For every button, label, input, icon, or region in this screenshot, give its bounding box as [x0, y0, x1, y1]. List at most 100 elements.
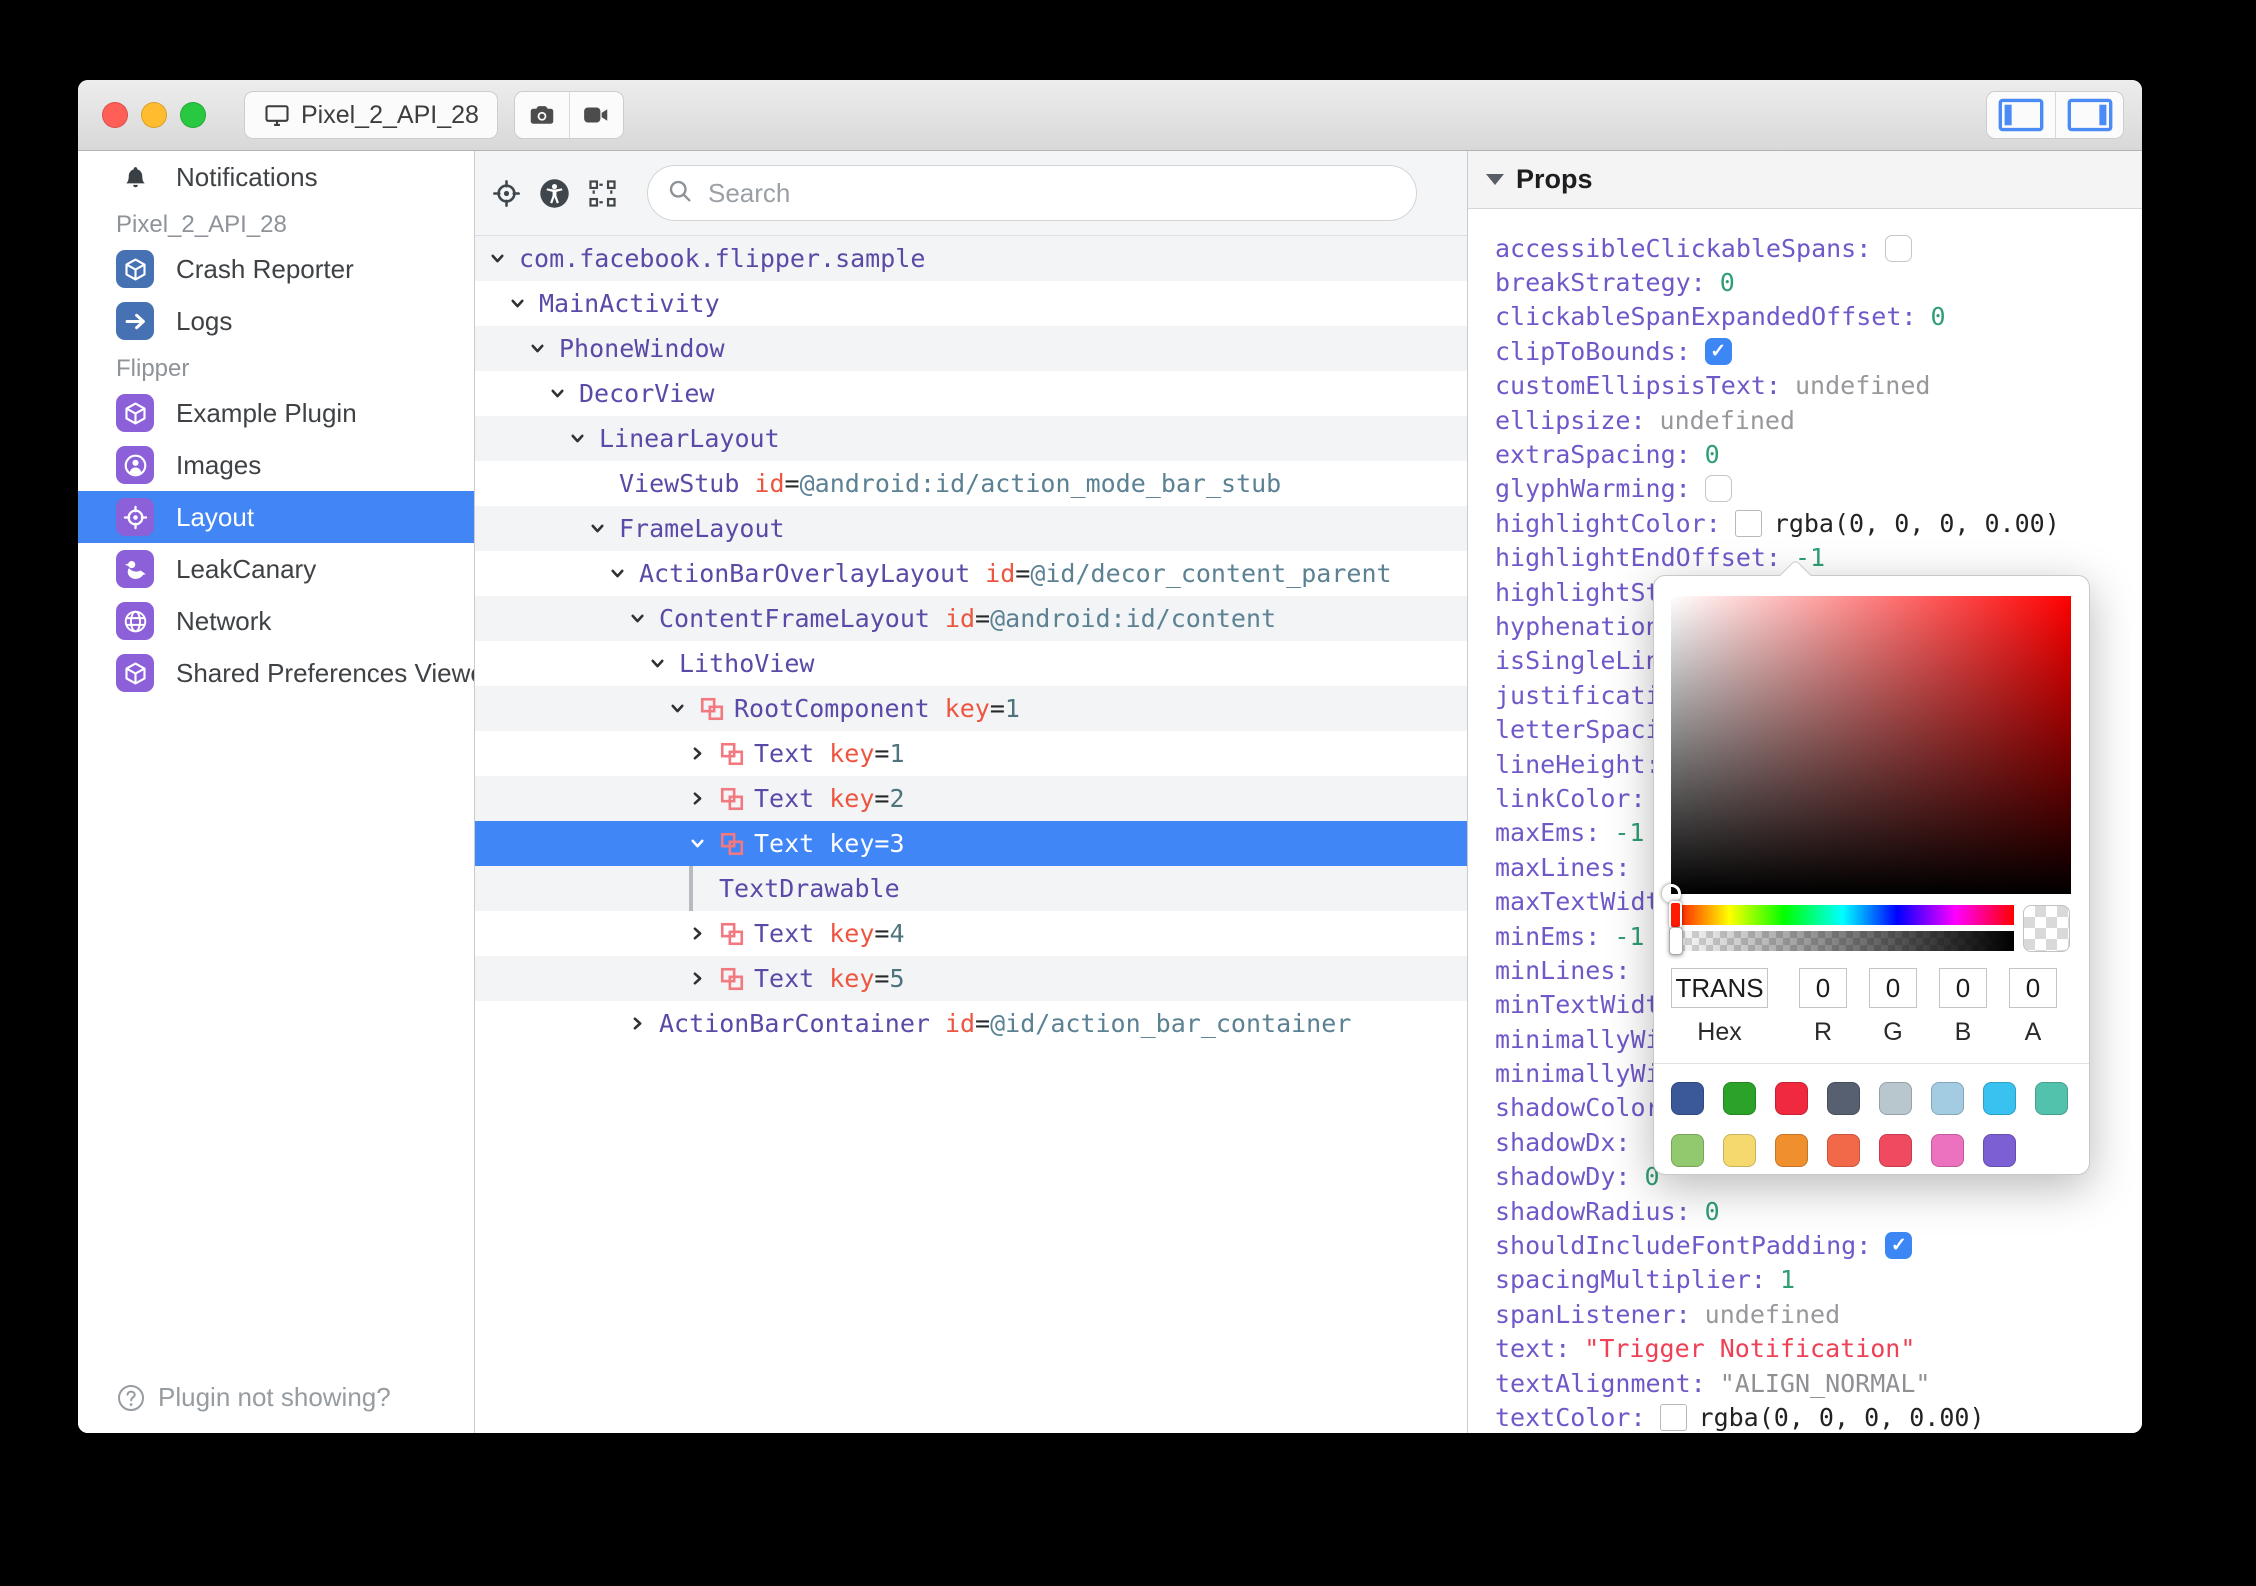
color-preset-swatch[interactable]: [1827, 1082, 1860, 1115]
chevron-down-icon[interactable]: [629, 610, 659, 627]
chevron-right-icon[interactable]: [689, 745, 719, 762]
tree-row[interactable]: Text key=5: [475, 956, 1467, 1001]
hue-slider[interactable]: [1669, 901, 2014, 929]
red-input[interactable]: [1799, 968, 1847, 1008]
plugin-help-link[interactable]: Plugin not showing?: [116, 1382, 391, 1413]
titlebar[interactable]: Pixel_2_API_28: [78, 80, 2142, 151]
tree-row[interactable]: Text key=4: [475, 911, 1467, 956]
tree-row[interactable]: com.facebook.flipper.sample: [475, 236, 1467, 281]
tree-node-name: ViewStub: [619, 469, 740, 498]
screenshot-button[interactable]: [515, 92, 569, 138]
sidebar-item-images[interactable]: Images: [78, 439, 474, 491]
color-preset-swatch[interactable]: [1827, 1134, 1860, 1167]
checkbox-checked-icon[interactable]: ✓: [1704, 337, 1732, 365]
tree-node-attribute: key=3: [829, 829, 904, 858]
search-input[interactable]: [706, 176, 1398, 210]
color-preset-swatch[interactable]: [2035, 1082, 2068, 1115]
zoom-button[interactable]: [180, 102, 206, 128]
tree-node-name: Text: [754, 964, 815, 993]
props-header[interactable]: Props: [1468, 151, 2142, 209]
alpha-slider[interactable]: [1669, 927, 2014, 955]
prop-name: textAlignment:: [1495, 1368, 1706, 1398]
select-element-icon[interactable]: [585, 176, 619, 210]
target-mode-icon[interactable]: [489, 176, 523, 210]
chevron-down-icon[interactable]: [609, 565, 639, 582]
chevron-down-icon[interactable]: [509, 295, 539, 312]
screen-record-button[interactable]: [568, 92, 623, 138]
color-preset-swatch[interactable]: [1931, 1134, 1964, 1167]
chevron-down-icon[interactable]: [529, 340, 559, 357]
hue-slider-handle[interactable]: [1669, 901, 1682, 929]
tree-row[interactable]: TextDrawable: [475, 866, 1467, 911]
minimize-button[interactable]: [141, 102, 167, 128]
color-preset-swatch[interactable]: [1671, 1082, 1704, 1115]
toggle-right-panel-button[interactable]: [2055, 92, 2123, 138]
saturation-area[interactable]: [1662, 596, 2071, 903]
chevron-down-icon[interactable]: [589, 520, 619, 537]
search-box[interactable]: [647, 165, 1417, 221]
color-preset-swatch[interactable]: [1983, 1134, 2016, 1167]
alpha-slider-handle[interactable]: [1669, 927, 1683, 955]
tree-row[interactable]: PhoneWindow: [475, 326, 1467, 371]
sidebar-item-shared-preferences-viewer[interactable]: Shared Preferences Viewer: [78, 647, 474, 699]
sidebar-item-leakcanary[interactable]: LeakCanary: [78, 543, 474, 595]
checkbox-unchecked-icon[interactable]: [1885, 234, 1913, 262]
sidebar-item-example-plugin[interactable]: Example Plugin: [78, 387, 474, 439]
tree-row[interactable]: DecorView: [475, 371, 1467, 416]
device-selector-button[interactable]: Pixel_2_API_28: [244, 91, 498, 139]
checkbox-checked-icon[interactable]: ✓: [1885, 1232, 1913, 1260]
color-preset-swatch[interactable]: [1931, 1082, 1964, 1115]
chevron-right-icon[interactable]: [689, 925, 719, 942]
color-preset-swatch[interactable]: [1879, 1082, 1912, 1115]
chevron-right-icon[interactable]: [689, 790, 719, 807]
chevron-right-icon[interactable]: [629, 1015, 659, 1032]
tree-row[interactable]: Text key=1: [475, 731, 1467, 776]
color-preset-swatch[interactable]: [1879, 1134, 1912, 1167]
hex-input[interactable]: [1671, 968, 1768, 1008]
sidebar-item-crash-reporter[interactable]: Crash Reporter: [78, 243, 474, 295]
chevron-down-icon[interactable]: [489, 250, 519, 267]
prop-name: lineHeight:: [1495, 749, 1661, 779]
color-swatch[interactable]: [1734, 509, 1762, 537]
chevron-down-icon[interactable]: [649, 655, 679, 672]
color-preset-swatch[interactable]: [1983, 1082, 2016, 1115]
tree-row[interactable]: ViewStub id=@android:id/action_mode_bar_s…: [475, 461, 1467, 506]
color-swatch[interactable]: [1659, 1403, 1687, 1431]
tree-row[interactable]: RootComponent key=1: [475, 686, 1467, 731]
green-input[interactable]: [1869, 968, 1917, 1008]
tree-row[interactable]: MainActivity: [475, 281, 1467, 326]
sidebar-item-notifications[interactable]: Notifications: [78, 151, 474, 203]
tree-row[interactable]: ActionBarOverlayLayout id=@id/decor_conte…: [475, 551, 1467, 596]
toggle-left-panel-button[interactable]: [1987, 92, 2055, 138]
alpha-input[interactable]: [2009, 968, 2057, 1008]
tree-row[interactable]: Text key=3: [475, 821, 1467, 866]
chevron-down-icon[interactable]: [669, 700, 699, 717]
accessibility-icon[interactable]: [537, 176, 571, 210]
chevron-down-icon[interactable]: [569, 430, 599, 447]
prop-name: highlightEndOffset:: [1495, 543, 1781, 573]
color-preset-swatch[interactable]: [1775, 1134, 1808, 1167]
color-preset-swatch[interactable]: [1723, 1082, 1756, 1115]
sidebar-item-logs[interactable]: Logs: [78, 295, 474, 347]
checkbox-unchecked-icon[interactable]: [1704, 475, 1732, 503]
tree-row[interactable]: LinearLayout: [475, 416, 1467, 461]
attr-value: 5: [889, 964, 905, 993]
chevron-down-icon[interactable]: [689, 835, 719, 852]
chevron-down-icon[interactable]: [549, 385, 579, 402]
prop-name: spanListener:: [1495, 1299, 1691, 1329]
chevron-right-icon[interactable]: [689, 970, 719, 987]
tree-row[interactable]: Text key=2: [475, 776, 1467, 821]
tree-row[interactable]: ContentFrameLayout id=@android:id/content: [475, 596, 1467, 641]
sidebar-item-layout[interactable]: Layout: [78, 491, 474, 543]
color-preset-swatch[interactable]: [1723, 1134, 1756, 1167]
collapse-triangle-icon: [1486, 174, 1504, 185]
close-button[interactable]: [102, 102, 128, 128]
tree-row[interactable]: ActionBarContainer id=@id/action_bar_cont…: [475, 1001, 1467, 1046]
color-preset-swatch[interactable]: [1671, 1134, 1704, 1167]
sidebar-item-network[interactable]: Network: [78, 595, 474, 647]
tree-row[interactable]: FrameLayout: [475, 506, 1467, 551]
tree-row[interactable]: LithoView: [475, 641, 1467, 686]
blue-input[interactable]: [1939, 968, 1987, 1008]
cube-icon: [116, 250, 154, 288]
color-preset-swatch[interactable]: [1775, 1082, 1808, 1115]
